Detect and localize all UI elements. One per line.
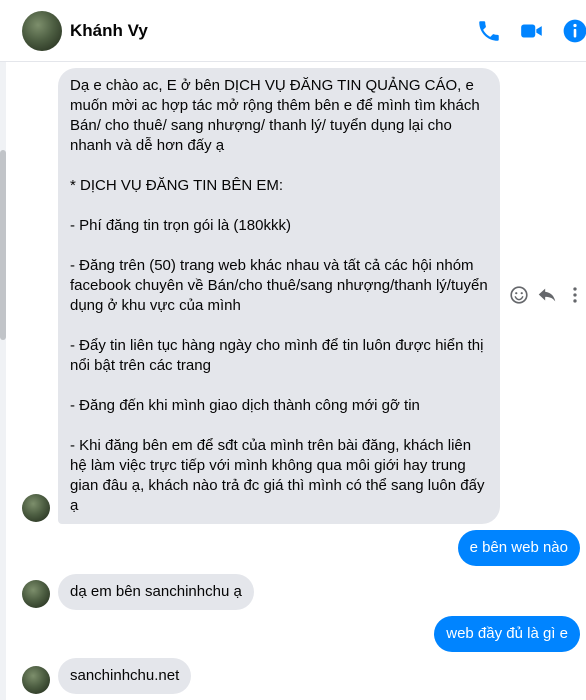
conversation-header: Khánh Vy bbox=[0, 0, 586, 62]
contact-avatar[interactable] bbox=[22, 11, 62, 51]
message-paragraph: - Phí đăng tin trọn gói là (180kkk) bbox=[70, 217, 291, 234]
message-paragraph: * DỊCH VỤ ĐĂNG TIN BÊN EM: bbox=[70, 177, 284, 194]
sender-avatar[interactable] bbox=[22, 580, 50, 608]
video-camera-icon[interactable] bbox=[519, 18, 545, 44]
incoming-message-bubble[interactable]: dạ em bên sanchinhchu ạ bbox=[58, 574, 254, 610]
phone-icon[interactable] bbox=[476, 18, 502, 44]
message-paragraph: - Đăng trên (50) trang web khác nhau và … bbox=[70, 257, 492, 314]
scrollbar-thumb[interactable] bbox=[0, 150, 6, 340]
contact-name[interactable]: Khánh Vy bbox=[70, 21, 148, 41]
message-text: dạ em bên sanchinhchu ạ bbox=[70, 583, 242, 600]
message-paragraph: - Đăng đến khi mình giao dịch thành công… bbox=[70, 397, 420, 414]
more-options-icon[interactable] bbox=[564, 284, 586, 306]
message-paragraph: Dạ e chào ac, E ở bên DỊCH VỤ ĐĂNG TIN Q… bbox=[70, 77, 484, 154]
message-text: sanchinhchu.net bbox=[70, 667, 180, 684]
sender-avatar[interactable] bbox=[22, 666, 50, 694]
outgoing-message-bubble[interactable]: e bên web nào bbox=[457, 530, 580, 566]
message-text: e bên web nào bbox=[469, 539, 568, 556]
message-text: web đầy đủ là gì e bbox=[446, 625, 568, 642]
message-paragraph: - Đẩy tin liên tục hàng ngày cho mình để… bbox=[70, 337, 488, 374]
incoming-message-bubble[interactable]: Dạ e chào ac, E ở bên DỊCH VỤ ĐĂNG TIN Q… bbox=[58, 68, 500, 524]
incoming-message-bubble[interactable]: sanchinhchu.net bbox=[58, 658, 192, 694]
sender-avatar[interactable] bbox=[22, 494, 50, 522]
message-paragraph: - Khi đăng bên em để sđt của mình trên b… bbox=[70, 437, 489, 514]
outgoing-message-bubble[interactable]: web đầy đủ là gì e bbox=[434, 616, 580, 652]
reply-icon[interactable] bbox=[536, 284, 558, 306]
emoji-react-icon[interactable] bbox=[508, 284, 530, 306]
info-icon[interactable] bbox=[562, 18, 586, 44]
